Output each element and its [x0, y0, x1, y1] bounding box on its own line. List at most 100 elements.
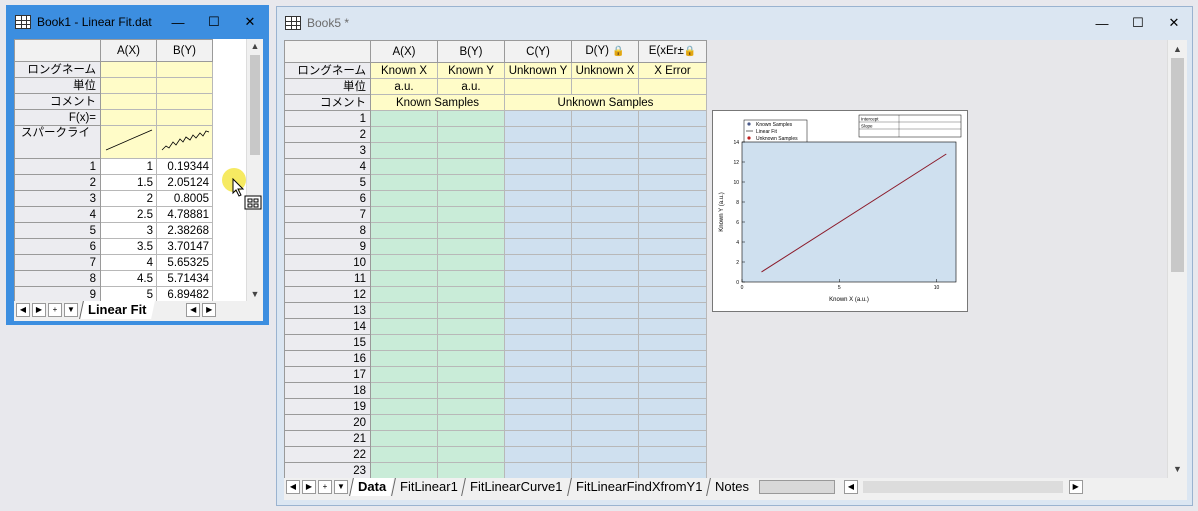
row-number[interactable]: 20	[284, 414, 371, 431]
cell[interactable]	[156, 61, 213, 78]
cell-d[interactable]	[571, 158, 639, 175]
longname-c[interactable]: Unknown Y	[504, 62, 572, 79]
cell-d[interactable]	[571, 414, 639, 431]
cell-a[interactable]	[370, 270, 438, 287]
longname-e[interactable]: X Error	[638, 62, 707, 79]
cell-e[interactable]	[638, 126, 707, 143]
cell-d[interactable]	[571, 334, 639, 351]
cell-e[interactable]	[638, 382, 707, 399]
column-header-a[interactable]: A(X)	[370, 40, 438, 63]
cell-a[interactable]	[370, 382, 438, 399]
row-number[interactable]: 9	[284, 238, 371, 255]
row-label-longname[interactable]: ロングネーム	[284, 62, 371, 79]
row-number[interactable]: 18	[284, 382, 371, 399]
add-sheet-button[interactable]: +	[318, 480, 332, 494]
cell-c[interactable]	[504, 398, 572, 415]
column-header-a[interactable]: A(X)	[100, 39, 157, 62]
cell-a[interactable]	[370, 142, 438, 159]
row-label-comments[interactable]: コメント	[284, 94, 371, 111]
book5-vertical-scrollbar[interactable]: ▲ ▼	[1167, 40, 1187, 478]
cell-d[interactable]	[571, 222, 639, 239]
scroll-thumb[interactable]	[250, 55, 260, 155]
cell-d[interactable]	[571, 446, 639, 463]
cell-a[interactable]	[370, 414, 438, 431]
sparkline-a[interactable]	[100, 125, 157, 159]
cell-e[interactable]	[638, 142, 707, 159]
sparkline-b[interactable]	[156, 125, 213, 159]
cell-a[interactable]	[370, 158, 438, 175]
cell[interactable]	[100, 61, 157, 78]
add-sheet-button[interactable]: +	[48, 303, 62, 317]
cell-e[interactable]	[638, 366, 707, 383]
tab-fitlinearfindxfromy1[interactable]: FitLinearFindXfromY1	[566, 478, 711, 496]
cell-a[interactable]: 4.5	[100, 270, 157, 287]
tab-next-button[interactable]: ▶	[302, 480, 316, 494]
cell[interactable]	[504, 78, 572, 95]
cell-c[interactable]	[504, 446, 572, 463]
book1-vertical-scrollbar[interactable]: ▲ ▼	[246, 39, 263, 301]
cell-d[interactable]	[571, 190, 639, 207]
cell-a[interactable]	[370, 190, 438, 207]
cell-b[interactable]	[437, 126, 505, 143]
row-number[interactable]: 21	[284, 430, 371, 447]
cell-b[interactable]	[437, 382, 505, 399]
row-label-sparklines[interactable]: スパークライ	[14, 125, 101, 159]
cell-c[interactable]	[504, 462, 572, 478]
cell-d[interactable]	[571, 238, 639, 255]
cell-e[interactable]	[638, 286, 707, 303]
row-number[interactable]: 17	[284, 366, 371, 383]
longname-a[interactable]: Known X	[370, 62, 438, 79]
cell-c[interactable]	[504, 174, 572, 191]
minimize-button[interactable]: —	[1084, 7, 1120, 39]
column-header-c[interactable]: C(Y)	[504, 40, 572, 63]
cell[interactable]	[638, 78, 707, 95]
cell-a[interactable]: 4	[100, 254, 157, 271]
row-number[interactable]: 13	[284, 302, 371, 319]
row-number[interactable]: 12	[284, 286, 371, 303]
hscroll-left[interactable]: ◀	[843, 480, 858, 494]
cell-a[interactable]	[370, 286, 438, 303]
cell-c[interactable]	[504, 142, 572, 159]
scroll-thumb[interactable]	[1171, 58, 1184, 272]
row-number[interactable]: 22	[284, 446, 371, 463]
corner-cell[interactable]	[284, 40, 371, 63]
row-number[interactable]: 3	[14, 190, 101, 207]
cell-a[interactable]	[370, 398, 438, 415]
cell-d[interactable]	[571, 398, 639, 415]
row-label-fx[interactable]: F(x)=	[14, 109, 101, 126]
cell-a[interactable]: 2.5	[100, 206, 157, 223]
cell-e[interactable]	[638, 206, 707, 223]
book5-window[interactable]: Book5 * — ☐ ✕ A(X) B(Y) C(Y) D(Y) 🔒 E(xE…	[276, 6, 1193, 506]
cell-e[interactable]	[638, 302, 707, 319]
cell-a[interactable]	[370, 318, 438, 335]
cell-e[interactable]	[638, 222, 707, 239]
column-header-d[interactable]: D(Y) 🔒	[571, 40, 639, 63]
row-number[interactable]: 11	[284, 270, 371, 287]
cell-c[interactable]	[504, 286, 572, 303]
cell-c[interactable]	[504, 430, 572, 447]
cell-c[interactable]	[504, 158, 572, 175]
cell-d[interactable]	[571, 206, 639, 223]
cell-a[interactable]	[370, 430, 438, 447]
close-button[interactable]: ✕	[232, 6, 268, 38]
cell-b[interactable]: 6.89482	[156, 286, 213, 301]
cell-c[interactable]	[504, 222, 572, 239]
cell-c[interactable]	[504, 190, 572, 207]
scroll-down-arrow[interactable]: ▼	[1168, 462, 1187, 476]
row-number[interactable]: 7	[14, 254, 101, 271]
row-number[interactable]: 1	[14, 158, 101, 175]
cell-b[interactable]	[437, 430, 505, 447]
row-number[interactable]: 10	[284, 254, 371, 271]
cell-b[interactable]: 3.70147	[156, 238, 213, 255]
corner-cell[interactable]	[14, 39, 101, 62]
longname-b[interactable]: Known Y	[437, 62, 505, 79]
cell-c[interactable]	[504, 414, 572, 431]
cell-b[interactable]: 5.71434	[156, 270, 213, 287]
cell-c[interactable]	[504, 350, 572, 367]
cell-b[interactable]	[437, 222, 505, 239]
cell-d[interactable]	[571, 126, 639, 143]
cell-d[interactable]	[571, 174, 639, 191]
cell-b[interactable]: 4.78881	[156, 206, 213, 223]
cell-a[interactable]	[370, 174, 438, 191]
cell-a[interactable]	[370, 350, 438, 367]
